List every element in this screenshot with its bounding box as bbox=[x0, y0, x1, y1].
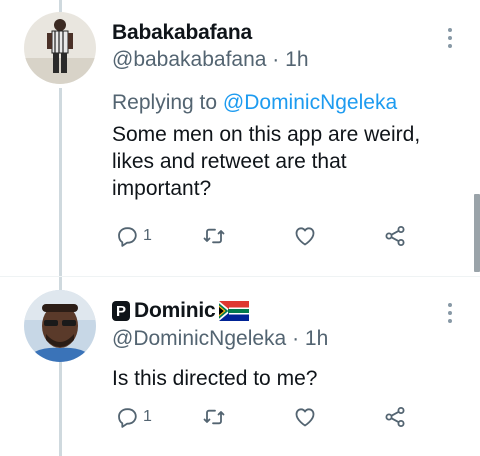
tweet-text-line: Is this directed to me? bbox=[112, 367, 318, 390]
like-icon bbox=[295, 408, 315, 427]
avatar[interactable] bbox=[24, 290, 96, 362]
tweet-text: Some men on this app are weird, likes an… bbox=[112, 121, 462, 202]
scrollbar-thumb[interactable] bbox=[474, 194, 480, 272]
retweet-icon bbox=[203, 409, 225, 425]
share-button[interactable] bbox=[383, 221, 407, 251]
like-icon bbox=[295, 227, 315, 246]
action-bar: 1 bbox=[112, 402, 422, 432]
thread-line bbox=[59, 0, 62, 12]
retweet-button[interactable] bbox=[202, 221, 226, 251]
share-icon bbox=[385, 226, 405, 246]
handle-line: @babakabafana · 1h bbox=[112, 48, 309, 72]
timestamp[interactable]: 1h bbox=[305, 327, 328, 350]
reply-icon bbox=[118, 227, 137, 247]
mention-link[interactable]: @DominicNgeleka bbox=[223, 91, 397, 114]
share-icon bbox=[385, 407, 405, 427]
reply-button[interactable]: 1 bbox=[115, 221, 152, 251]
handle[interactable]: @babakabafana bbox=[112, 48, 266, 71]
name-row: P Dominic bbox=[112, 299, 250, 323]
retweet-button[interactable] bbox=[202, 402, 226, 432]
share-button[interactable] bbox=[383, 402, 407, 432]
action-bar: 1 bbox=[112, 221, 422, 251]
tweet-text-line: likes and retweet are that bbox=[112, 150, 347, 173]
tweet-text-line: important? bbox=[112, 177, 212, 200]
like-button[interactable] bbox=[293, 221, 317, 251]
avatar[interactable] bbox=[24, 12, 96, 84]
reply-count: 1 bbox=[143, 227, 152, 244]
handle[interactable]: @DominicNgeleka bbox=[112, 327, 286, 350]
name-row: Babakabafana bbox=[112, 21, 252, 45]
south-africa-flag-icon bbox=[219, 301, 250, 321]
tweet-divider bbox=[0, 276, 480, 277]
more-icon[interactable] bbox=[438, 22, 462, 54]
tweet-text: Is this directed to me? bbox=[112, 365, 462, 392]
more-icon[interactable] bbox=[438, 297, 462, 329]
thread-line bbox=[59, 362, 62, 456]
tweet-text-line: Some men on this app are weird, bbox=[112, 123, 421, 146]
reply-icon bbox=[118, 408, 137, 428]
like-button[interactable] bbox=[293, 402, 317, 432]
reply-count: 1 bbox=[143, 408, 152, 425]
display-name[interactable]: Babakabafana bbox=[112, 21, 252, 45]
replying-to: Replying to @DominicNgeleka bbox=[112, 91, 397, 115]
handle-line: @DominicNgeleka · 1h bbox=[112, 327, 328, 351]
reply-button[interactable]: 1 bbox=[115, 402, 152, 432]
display-name[interactable]: Dominic bbox=[134, 299, 216, 323]
separator: · bbox=[272, 48, 280, 71]
name-badge: P bbox=[112, 301, 130, 321]
retweet-icon bbox=[203, 228, 225, 244]
timestamp[interactable]: 1h bbox=[285, 48, 308, 71]
replying-prefix: Replying to bbox=[112, 91, 218, 114]
separator: · bbox=[292, 327, 300, 350]
